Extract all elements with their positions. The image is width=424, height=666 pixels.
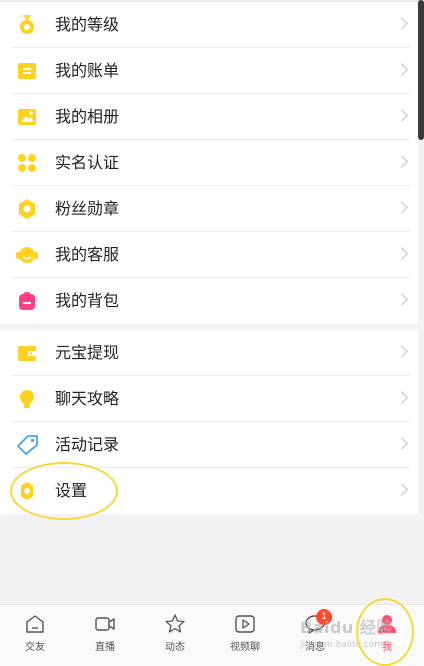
menu-item-label: 粉丝勋章 <box>55 199 120 218</box>
wallet-icon <box>18 346 36 361</box>
menu-item-label: 元宝提现 <box>55 343 120 362</box>
customer-service-icon <box>16 247 38 263</box>
tab-label: 视频聊 <box>230 642 260 653</box>
tab-live[interactable]: 直播 <box>70 605 140 666</box>
tab-label: 直播 <box>95 642 115 653</box>
chevron-right-icon <box>395 293 408 306</box>
chevron-right-icon <box>395 345 408 358</box>
menu-item-withdraw[interactable]: 元宝提现 <box>0 330 418 376</box>
tab-label: 交友 <box>25 642 45 653</box>
menu-item-backpack[interactable]: 我的背包 <box>0 278 418 324</box>
star-icon <box>165 614 185 633</box>
menu-item-customer-service[interactable]: 我的客服 <box>0 232 418 278</box>
me-tab-highlight-circle <box>356 598 414 666</box>
profile-menu-screen: 我的等级 我的账单 我的相册 实名认证 粉丝勋章 我的客服 我的背包 元宝提现 … <box>0 0 424 666</box>
chevron-right-icon <box>395 437 408 450</box>
home-icon <box>26 615 44 633</box>
chevron-right-icon <box>395 109 408 122</box>
album-icon <box>18 109 36 125</box>
menu-item-bill[interactable]: 我的账单 <box>0 48 418 94</box>
menu-item-label: 我的客服 <box>55 245 120 264</box>
badge-hexagon-icon <box>19 199 35 219</box>
menu-item-label: 我的相册 <box>55 107 120 126</box>
tab-video-chat[interactable]: 视频聊 <box>210 605 280 666</box>
tag-icon <box>17 435 38 455</box>
medal-icon <box>20 15 34 34</box>
video-play-icon <box>235 615 255 633</box>
chevron-right-icon <box>395 247 408 260</box>
chevron-right-icon <box>395 483 408 496</box>
bill-icon <box>18 63 36 79</box>
tab-friends[interactable]: 交友 <box>0 605 70 666</box>
settings-highlight-circle <box>10 462 118 520</box>
menu-item-chat-guide[interactable]: 聊天攻略 <box>0 376 418 422</box>
menu-item-fan-badge[interactable]: 粉丝勋章 <box>0 186 418 232</box>
chevron-right-icon <box>395 155 408 168</box>
menu-item-real-name-verification[interactable]: 实名认证 <box>0 140 418 186</box>
menu-item-label: 我的背包 <box>55 291 120 310</box>
tab-moments[interactable]: 动态 <box>140 605 210 666</box>
menu-item-album[interactable]: 我的相册 <box>0 94 418 140</box>
chevron-right-icon <box>395 391 408 404</box>
menu-item-label: 我的账单 <box>55 61 120 80</box>
menu-group-1: 我的等级 我的账单 我的相册 实名认证 粉丝勋章 我的客服 我的背包 <box>0 2 418 324</box>
backpack-icon <box>19 291 35 310</box>
scrollbar[interactable] <box>418 0 424 140</box>
chevron-right-icon <box>395 17 408 30</box>
menu-item-level[interactable]: 我的等级 <box>0 2 418 48</box>
menu-item-label: 聊天攻略 <box>55 389 120 408</box>
menu-item-label: 我的等级 <box>55 15 120 34</box>
verify-grid-icon <box>18 154 36 172</box>
chevron-right-icon <box>395 201 408 214</box>
lightbulb-icon <box>20 390 34 408</box>
live-camera-icon <box>95 617 115 631</box>
chevron-right-icon <box>395 63 408 76</box>
tab-label: 动态 <box>165 642 185 653</box>
menu-item-label: 实名认证 <box>55 153 120 172</box>
